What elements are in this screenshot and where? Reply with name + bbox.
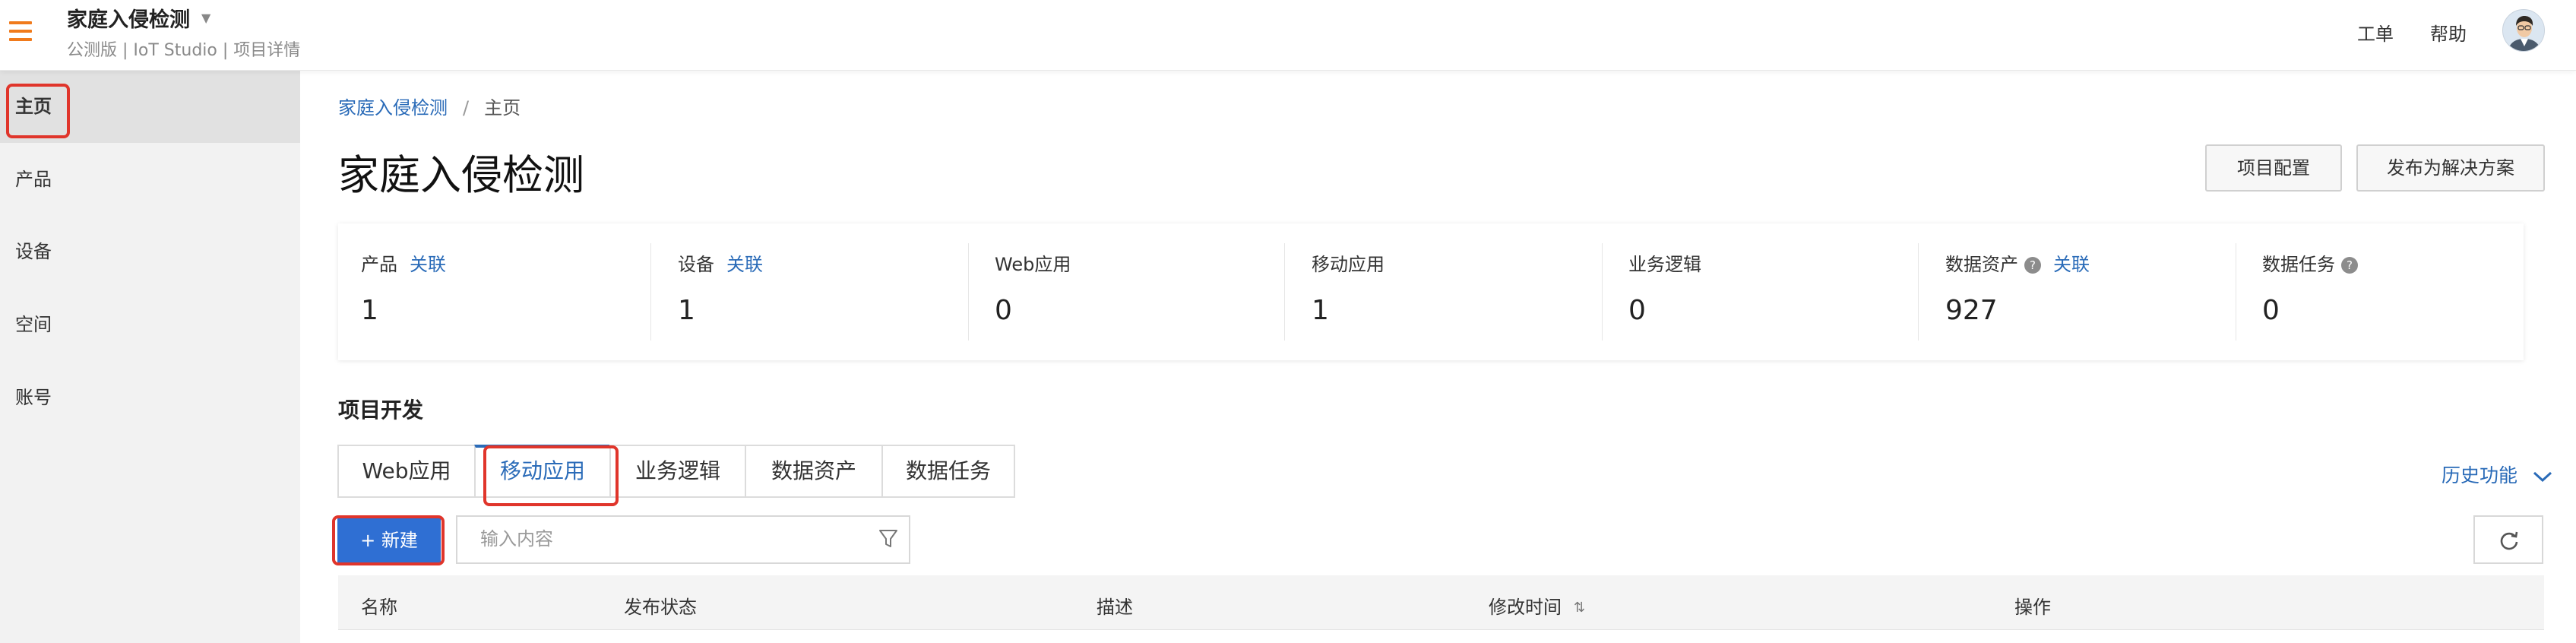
stat-mobile-apps: 移动应用 1 xyxy=(1289,223,1603,360)
page-title: 家庭入侵检测 xyxy=(338,151,584,199)
stat-value: 927 xyxy=(1945,295,1998,326)
tab-web-apps[interactable]: Web应用 xyxy=(337,445,476,498)
breadcrumb-project-link[interactable]: 家庭入侵检测 xyxy=(338,97,448,119)
tab-mobile-apps[interactable]: 移动应用 xyxy=(474,445,611,498)
stat-label: 业务逻辑 xyxy=(1628,254,1701,275)
history-label: 历史功能 xyxy=(2442,464,2518,486)
sidebar-item-spaces[interactable]: 空间 xyxy=(0,289,300,361)
tab-data-assets[interactable]: 数据资产 xyxy=(745,445,883,498)
dropdown-caret-icon[interactable]: ▼ xyxy=(201,11,210,25)
stat-products: 产品 关联 1 xyxy=(338,223,651,360)
stat-value: 1 xyxy=(1312,295,1329,326)
project-title: 家庭入侵检测 xyxy=(67,8,190,32)
refresh-button[interactable] xyxy=(2473,515,2543,564)
column-description: 描述 xyxy=(1097,597,1133,618)
stat-value: 0 xyxy=(995,295,1012,326)
stat-value: 1 xyxy=(361,295,378,326)
chevron-down-icon xyxy=(2533,471,2552,483)
breadcrumb-current: 主页 xyxy=(484,97,521,119)
column-publish-status: 发布状态 xyxy=(624,597,697,618)
breadcrumb-separator: / xyxy=(463,97,470,119)
stat-value: 0 xyxy=(2262,295,2280,326)
stat-label: 移动应用 xyxy=(1312,254,1385,275)
project-subtitle: 公测版 | IoT Studio | 项目详情 xyxy=(67,41,301,60)
search-input[interactable] xyxy=(457,517,868,562)
link-products-link[interactable]: 关联 xyxy=(410,254,446,275)
sidebar-item-home[interactable]: 主页 xyxy=(0,71,300,143)
stat-label: Web应用 xyxy=(995,254,1071,275)
help-icon[interactable]: ? xyxy=(2024,257,2041,274)
section-title: 项目开发 xyxy=(338,398,424,423)
sort-icon[interactable]: ⇅ xyxy=(1574,600,1585,616)
link-devices-link[interactable]: 关联 xyxy=(726,254,763,275)
column-actions: 操作 xyxy=(2014,597,2051,618)
avatar[interactable] xyxy=(2502,9,2545,52)
help-icon[interactable]: ? xyxy=(2341,257,2358,274)
menu-icon[interactable] xyxy=(9,21,32,41)
refresh-icon xyxy=(2500,531,2518,550)
search-box xyxy=(456,515,910,564)
stat-data-tasks: 数据任务? 0 xyxy=(2239,223,2524,360)
top-header: 家庭入侵检测 ▼ 公测版 | IoT Studio | 项目详情 工单 帮助 xyxy=(0,0,2576,71)
stats-panel: 产品 关联 1 设备 关联 1 Web应用 0 移动应用 1 业务逻辑 0 数据资产… xyxy=(338,223,2524,360)
sidebar-item-devices[interactable]: 设备 xyxy=(0,216,300,288)
ticket-link[interactable]: 工单 xyxy=(2357,19,2394,46)
project-config-button[interactable]: 项目配置 xyxy=(2205,144,2342,192)
column-name: 名称 xyxy=(361,597,397,618)
stat-label: 产品 xyxy=(361,254,397,275)
column-modified-time: 修改时间 ⇅ xyxy=(1489,592,1585,619)
column-modified-time-label: 修改时间 xyxy=(1489,597,1562,618)
stat-label: 设备 xyxy=(678,254,714,275)
sidebar-item-products[interactable]: 产品 xyxy=(0,144,300,216)
stat-data-assets: 数据资产? 关联 927 xyxy=(1923,223,2236,360)
stat-web-apps: Web应用 0 xyxy=(972,223,1285,360)
stat-value: 1 xyxy=(678,295,695,326)
stat-devices: 设备 关联 1 xyxy=(655,223,969,360)
publish-solution-button[interactable]: 发布为解决方案 xyxy=(2356,144,2545,192)
new-button[interactable]: + 新建 xyxy=(337,517,441,564)
tab-business-logic[interactable]: 业务逻辑 xyxy=(609,445,746,498)
link-data-assets-link[interactable]: 关联 xyxy=(2053,254,2090,275)
stat-value: 0 xyxy=(1628,295,1646,326)
table-header: 名称 发布状态 描述 修改时间 ⇅ 操作 xyxy=(338,575,2544,630)
stat-label: 数据资产 xyxy=(1945,254,2018,275)
tab-data-tasks[interactable]: 数据任务 xyxy=(881,445,1015,498)
stat-label: 数据任务 xyxy=(2262,254,2335,275)
stat-business-logic: 业务逻辑 0 xyxy=(1606,223,1919,360)
history-features-link[interactable]: 历史功能 xyxy=(2442,461,2552,488)
help-link[interactable]: 帮助 xyxy=(2430,19,2467,46)
filter-icon[interactable] xyxy=(877,527,900,550)
sidebar-item-account[interactable]: 账号 xyxy=(0,362,300,434)
sidebar: 主页 产品 设备 空间 账号 xyxy=(0,71,300,643)
breadcrumb: 家庭入侵检测 / 主页 xyxy=(338,93,521,119)
